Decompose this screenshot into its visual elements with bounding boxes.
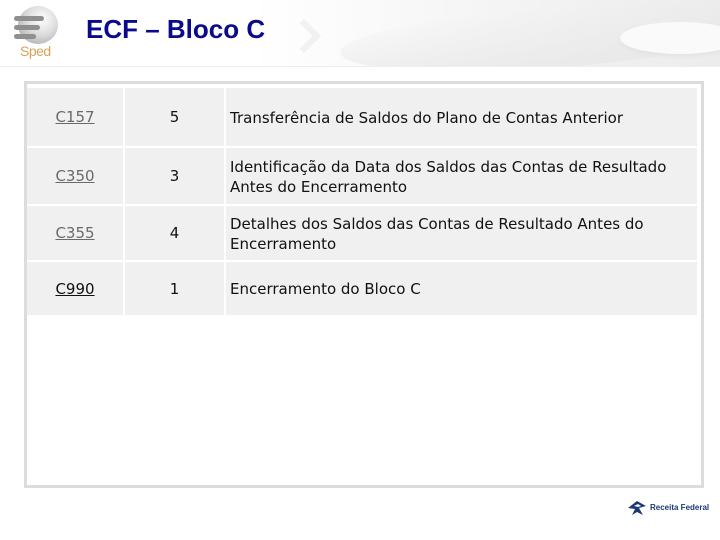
- registers-panel: C157 5 Transferência de Saldos do Plano …: [24, 81, 704, 488]
- register-level: 5: [125, 88, 224, 148]
- globe-band: [14, 34, 36, 39]
- page-title: ECF – Bloco C: [86, 14, 266, 44]
- register-code-link[interactable]: C990: [55, 280, 94, 298]
- table-row: C157 5 Transferência de Saldos do Plano …: [27, 88, 697, 148]
- globe-band: [14, 16, 44, 21]
- receita-federal-icon: [628, 501, 646, 515]
- register-code-link[interactable]: C355: [55, 224, 94, 242]
- register-description: Transferência de Saldos do Plano de Cont…: [226, 88, 697, 148]
- table-row: C350 3 Identificação da Data dos Saldos …: [27, 148, 697, 206]
- receita-federal-logo: Receita Federal: [626, 499, 710, 519]
- register-code-link[interactable]: C350: [55, 167, 94, 185]
- register-level: 3: [125, 148, 224, 206]
- register-code-cell: C990: [27, 262, 123, 317]
- slide-header: Sped ECF – Bloco C: [0, 0, 720, 67]
- register-description: Identificação da Data dos Saldos das Con…: [226, 148, 697, 206]
- register-code-link[interactable]: C157: [55, 108, 94, 126]
- register-code-cell: C350: [27, 148, 123, 206]
- register-code-cell: C157: [27, 88, 123, 148]
- table-row: C990 1 Encerramento do Bloco C: [27, 262, 697, 317]
- register-code-cell: C355: [27, 206, 123, 262]
- chevron-decoration-icon: [287, 19, 321, 53]
- register-level: 1: [125, 262, 224, 317]
- register-description: Encerramento do Bloco C: [226, 262, 697, 317]
- register-level: 4: [125, 206, 224, 262]
- globe-band: [14, 25, 40, 30]
- table-row: C355 4 Detalhes dos Saldos das Contas de…: [27, 206, 697, 262]
- registers-table: C157 5 Transferência de Saldos do Plano …: [25, 88, 699, 317]
- receita-federal-text: Receita Federal: [650, 503, 710, 512]
- sped-logo-text: Sped: [20, 43, 51, 59]
- register-description: Detalhes dos Saldos das Contas de Result…: [226, 206, 697, 262]
- sped-logo: Sped: [12, 6, 60, 62]
